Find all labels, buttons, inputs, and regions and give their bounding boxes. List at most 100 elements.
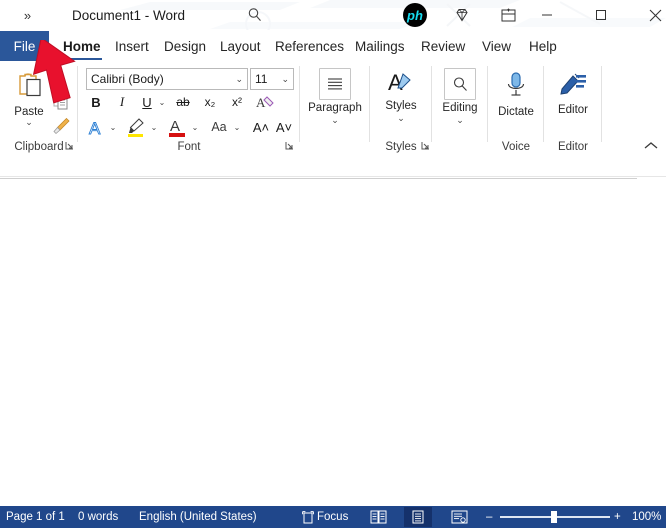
ribbon-tab-strip: File Home Insert Design Layout Reference… <box>0 30 666 90</box>
status-word-count[interactable]: 0 words <box>78 506 118 528</box>
editing-chevron-down-icon: ⌄ <box>456 114 464 125</box>
highlight-chevron-down-icon[interactable]: ⌄ <box>148 116 160 138</box>
tab-insert-label: Insert <box>115 38 149 54</box>
tab-home[interactable]: Home <box>56 31 108 61</box>
copy-button[interactable] <box>50 90 72 112</box>
zoom-in-button[interactable]: + <box>614 506 621 528</box>
ribbon-display-options-icon[interactable] <box>497 4 519 26</box>
shrink-font-button[interactable]: A˅ <box>274 116 294 138</box>
svg-text:A: A <box>256 95 266 110</box>
editing-button[interactable]: Editing ⌄ <box>431 68 489 125</box>
editor-button[interactable]: Editor <box>549 70 597 116</box>
tab-mailings[interactable]: Mailings <box>348 31 412 61</box>
tab-review-label: Review <box>421 38 466 54</box>
ribbon-group-clipboard: Paste ⌄ Clipboard <box>0 62 78 156</box>
paste-icon <box>14 70 44 105</box>
styles-icon: A <box>386 68 416 98</box>
tab-layout[interactable]: Layout <box>213 31 268 61</box>
close-button[interactable] <box>632 0 666 30</box>
document-page-canvas[interactable] <box>0 179 666 506</box>
tab-file[interactable]: File <box>0 31 49 61</box>
dictate-button[interactable]: Dictate <box>492 70 540 118</box>
ribbon-group-voice: Dictate Voice <box>488 62 544 156</box>
paragraph-button[interactable]: Paragraph ⌄ <box>306 68 364 125</box>
group-label-editor: Editor <box>557 141 589 153</box>
superscript-button[interactable]: x² <box>226 92 248 112</box>
strikethrough-button[interactable]: ab <box>172 92 194 112</box>
zoom-percentage[interactable]: 100% <box>632 506 661 528</box>
text-effects-chevron-down-icon[interactable]: ⌄ <box>107 116 119 138</box>
tab-home-label: Home <box>63 38 101 54</box>
font-size-chevron-down-icon[interactable]: ⌄ <box>281 74 293 85</box>
font-name-value: Calibri (Body) <box>91 72 164 86</box>
document-area[interactable] <box>0 142 666 506</box>
ribbon-group-editing: Editing ⌄ <box>432 62 488 156</box>
text-effects-button[interactable]: A <box>86 116 108 138</box>
font-name-combobox[interactable]: Calibri (Body) ⌄ <box>86 68 248 90</box>
format-painter-button[interactable] <box>50 114 72 136</box>
search-icon[interactable] <box>244 4 266 26</box>
styles-label: Styles <box>385 100 417 112</box>
focus-mode-button[interactable]: Focus <box>302 506 348 528</box>
focus-mode-label: Focus <box>317 511 349 523</box>
word-application-window: » Document1 - Word ph File Home Insert D… <box>0 0 666 528</box>
editor-label: Editor <box>557 104 589 116</box>
collapse-ribbon-button[interactable] <box>644 141 658 153</box>
font-dialog-launcher[interactable] <box>285 141 294 152</box>
font-name-chevron-down-icon[interactable]: ⌄ <box>235 74 247 85</box>
view-read-mode-button[interactable] <box>364 507 392 527</box>
ribbon-group-editor: Editor Editor <box>544 62 602 156</box>
status-language[interactable]: English (United States) <box>139 506 257 528</box>
tab-help-label: Help <box>529 38 557 54</box>
minimize-button[interactable] <box>524 0 570 30</box>
ribbon-group-styles: A Styles ⌄ Styles <box>370 62 432 156</box>
tab-design[interactable]: Design <box>157 31 213 61</box>
grow-font-button[interactable]: A˄ <box>251 116 271 138</box>
styles-dialog-launcher[interactable] <box>421 141 430 152</box>
zoom-out-button[interactable]: – <box>486 506 492 528</box>
editing-label: Editing <box>442 102 478 114</box>
underline-chevron-down-icon[interactable]: ⌄ <box>156 92 168 112</box>
font-color-button[interactable]: A <box>165 116 189 138</box>
italic-button[interactable]: I <box>112 92 132 112</box>
font-color-chevron-down-icon[interactable]: ⌄ <box>189 116 201 138</box>
tab-references-label: References <box>275 38 345 54</box>
chevron-double-right-icon: » <box>23 7 31 23</box>
styles-button[interactable]: A Styles ⌄ <box>372 68 430 123</box>
paste-chevron-down-icon: ⌄ <box>25 117 33 127</box>
diamond-icon[interactable] <box>451 4 473 26</box>
tab-design-label: Design <box>164 38 207 54</box>
subscript-button[interactable]: x₂ <box>199 92 221 112</box>
paragraph-chevron-down-icon: ⌄ <box>331 114 339 125</box>
change-case-chevron-down-icon[interactable]: ⌄ <box>231 116 243 138</box>
quick-access-overflow-button[interactable]: » <box>14 4 40 26</box>
editor-pen-icon <box>558 70 588 103</box>
paste-button[interactable]: Paste ⌄ <box>6 70 52 127</box>
view-web-layout-button[interactable] <box>445 507 473 527</box>
clipboard-dialog-launcher[interactable] <box>65 141 74 152</box>
account-avatar[interactable]: ph <box>403 3 427 27</box>
status-page-number[interactable]: Page 1 of 1 <box>6 506 65 528</box>
tab-help[interactable]: Help <box>522 31 564 61</box>
focus-mode-icon <box>302 510 314 524</box>
svg-text:A: A <box>89 119 101 137</box>
dictate-label: Dictate <box>498 106 534 118</box>
microphone-icon <box>502 70 530 105</box>
tab-layout-label: Layout <box>220 38 261 54</box>
text-highlight-button[interactable] <box>124 116 148 138</box>
tab-references[interactable]: References <box>268 31 351 61</box>
clear-formatting-button[interactable]: A <box>254 92 278 112</box>
view-print-layout-button[interactable] <box>404 507 432 527</box>
tab-insert[interactable]: Insert <box>108 31 156 61</box>
change-case-button[interactable]: Aa <box>206 116 232 138</box>
tab-view-label: View <box>482 38 512 54</box>
bold-button[interactable]: B <box>86 92 106 112</box>
tab-review[interactable]: Review <box>414 31 472 61</box>
svg-text:A: A <box>170 118 180 135</box>
zoom-slider-thumb[interactable] <box>551 511 557 523</box>
ribbon-home-tab-content: Paste ⌄ Clipboard Calibri (Body) ⌄ 11 ⌄ … <box>0 62 666 156</box>
font-size-combobox[interactable]: 11 ⌄ <box>250 68 294 90</box>
maximize-button[interactable] <box>578 0 624 30</box>
tab-view[interactable]: View <box>475 31 518 61</box>
underline-button[interactable]: U <box>137 92 157 112</box>
